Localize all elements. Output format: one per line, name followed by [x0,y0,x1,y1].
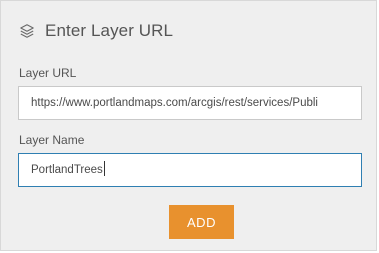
text-cursor [103,161,105,177]
layers-icon [19,23,35,39]
layer-name-input[interactable]: PortlandTrees [18,153,362,187]
panel-title: Enter Layer URL [45,21,174,40]
layer-url-input[interactable]: https://www.portlandmaps.com/arcgis/rest… [18,86,362,120]
add-button[interactable]: ADD [169,205,234,239]
layer-name-label: Layer Name [19,133,85,147]
add-layer-panel: Enter Layer URL Layer URL https://www.po… [0,0,377,251]
panel-header: Enter Layer URL [19,18,173,44]
layer-url-label: Layer URL [19,66,77,80]
layer-name-value: PortlandTrees [31,164,103,176]
layer-url-value: https://www.portlandmaps.com/arcgis/rest… [31,97,318,109]
